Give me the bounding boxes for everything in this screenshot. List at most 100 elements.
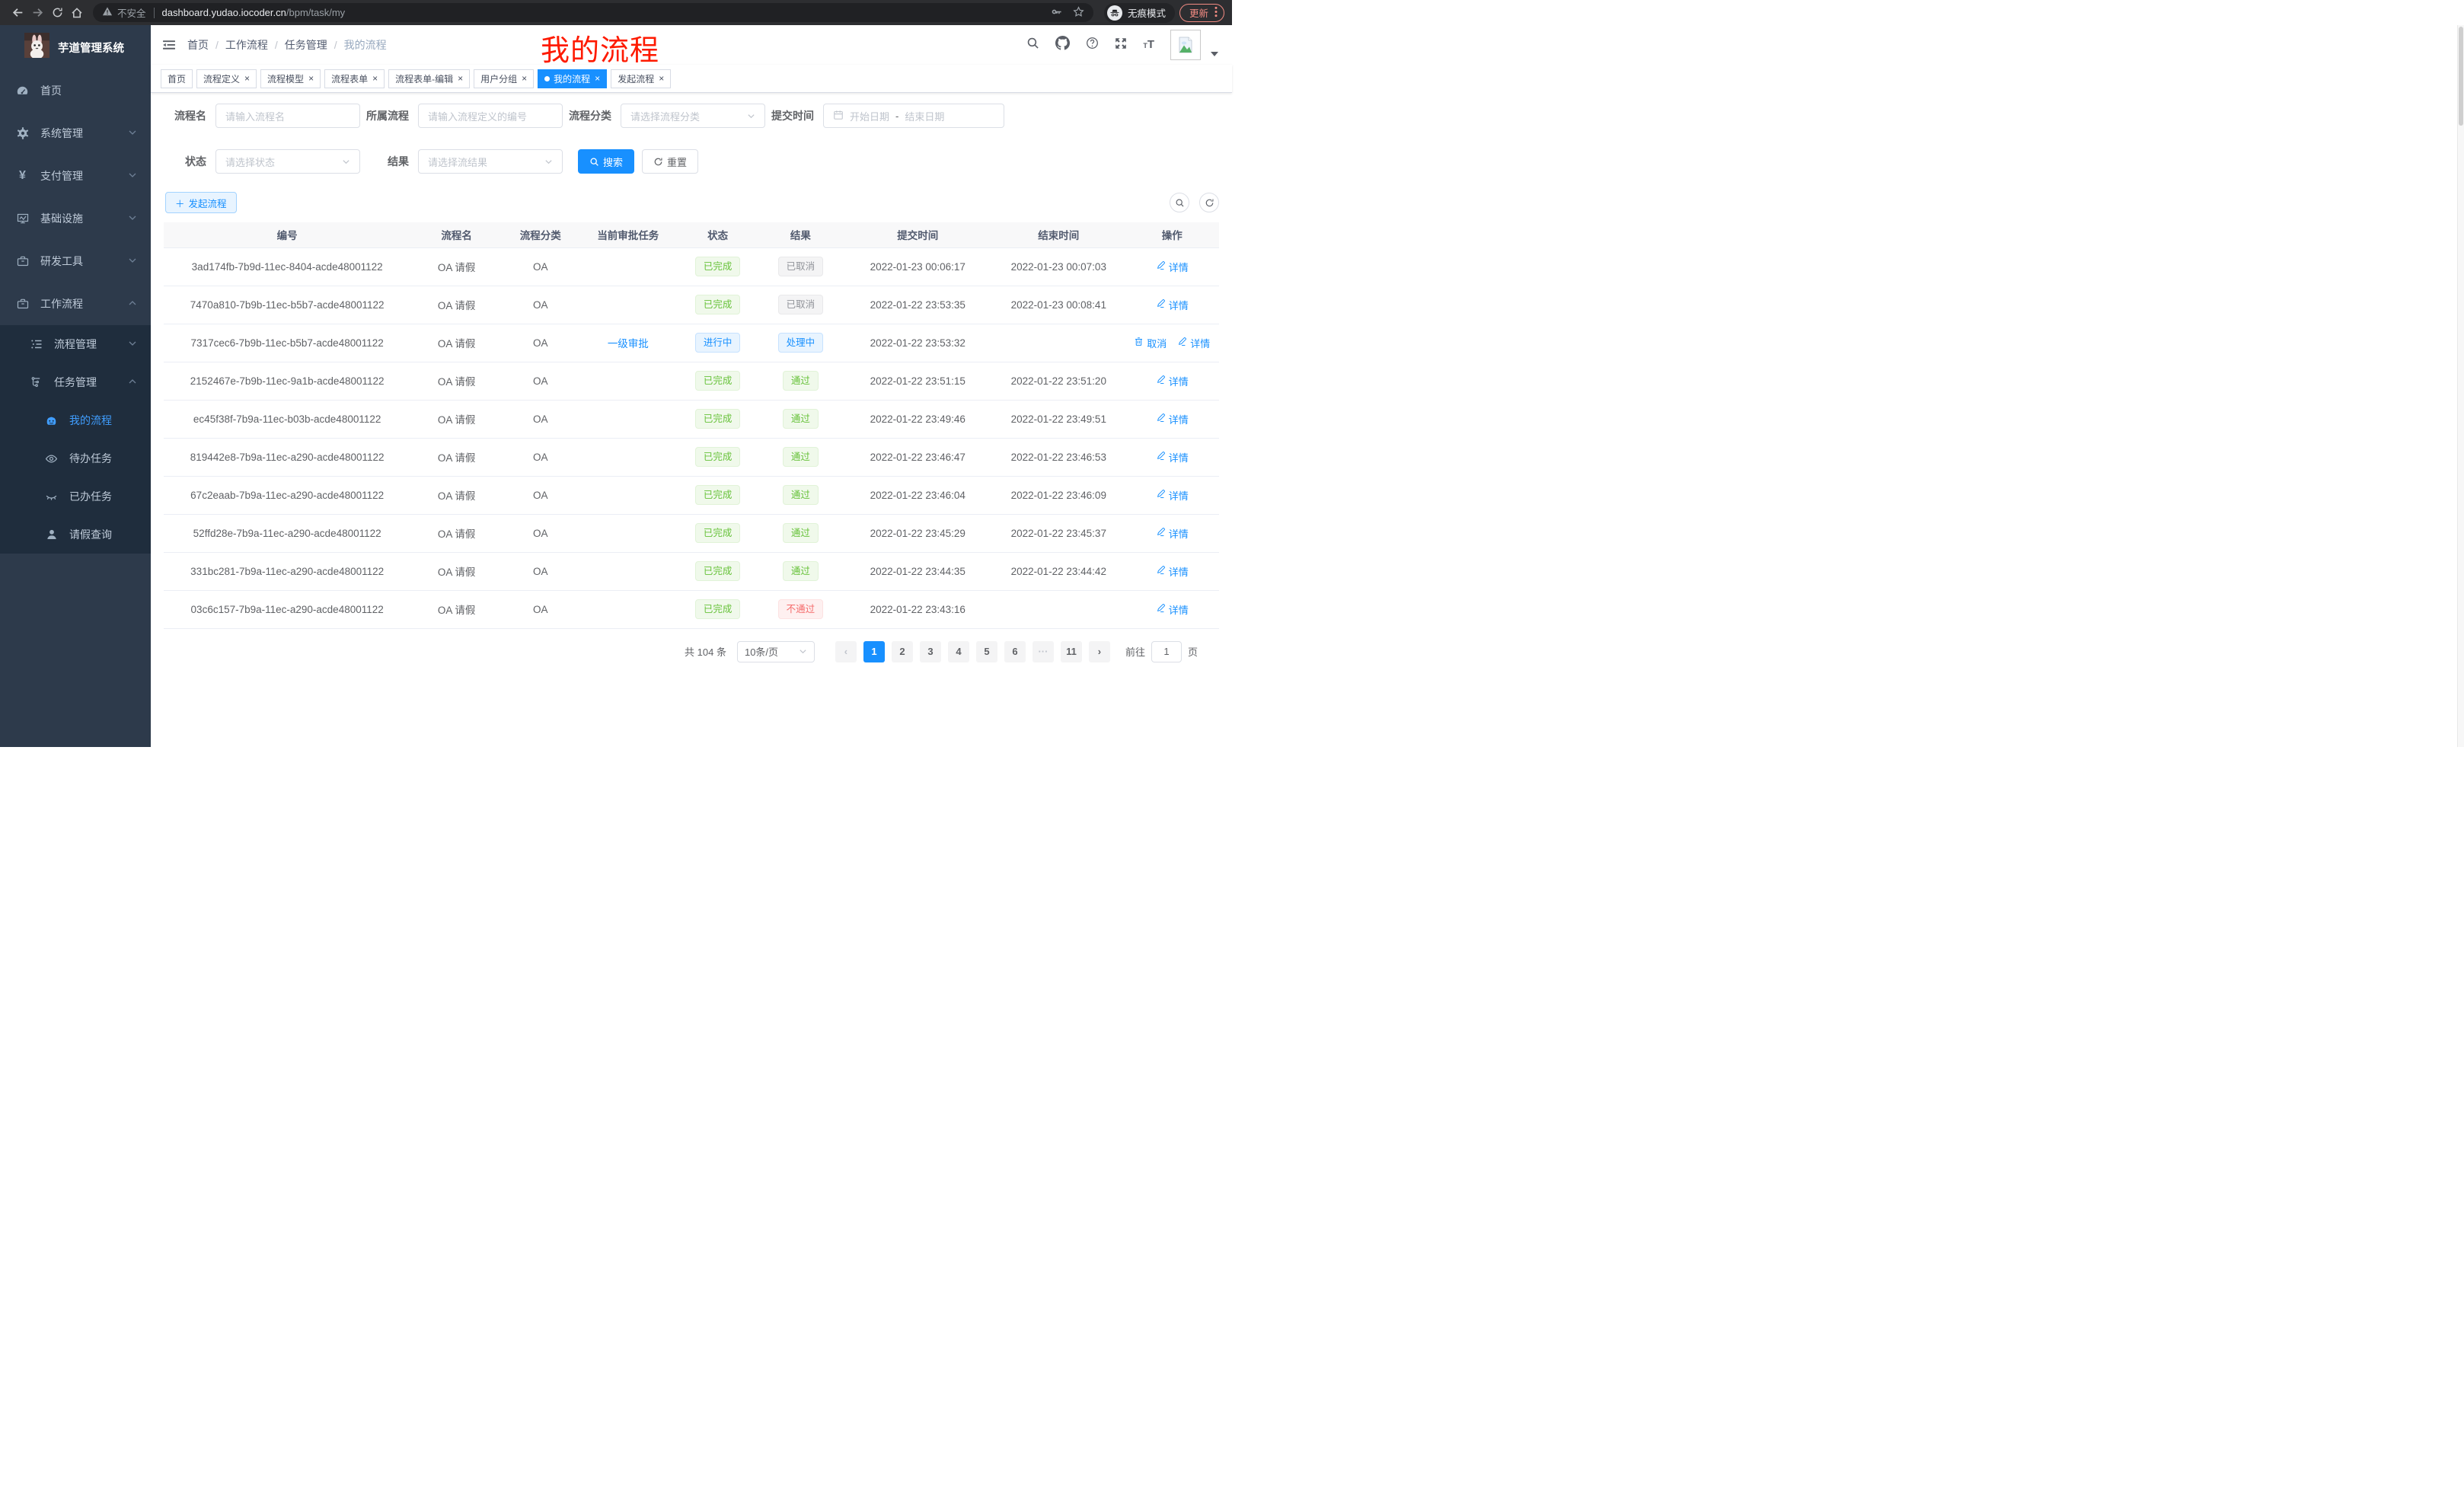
key-icon[interactable] bbox=[1051, 6, 1062, 20]
status-badge: 已完成 bbox=[695, 561, 741, 581]
page-button-1[interactable]: 1 bbox=[863, 641, 885, 662]
sidebar-item-infra[interactable]: 基础设施 bbox=[0, 197, 151, 240]
current-task-link[interactable]: 一级审批 bbox=[608, 338, 649, 350]
tab-start-process[interactable]: 发起流程× bbox=[611, 69, 671, 88]
cell-operations: 详情 bbox=[1125, 362, 1219, 400]
browser-scrollbar[interactable] bbox=[2457, 25, 2464, 747]
avatar[interactable] bbox=[1170, 30, 1201, 60]
tab-home[interactable]: 首页 bbox=[161, 69, 193, 88]
table-refresh-button[interactable] bbox=[1199, 193, 1219, 212]
tab-close-icon[interactable]: × bbox=[659, 74, 664, 83]
result-select[interactable]: 请选择流结果 bbox=[418, 149, 563, 174]
action-detail-link[interactable]: 详情 bbox=[1156, 298, 1189, 312]
tab-close-icon[interactable]: × bbox=[308, 74, 314, 83]
action-cancel-link[interactable]: 取消 bbox=[1134, 336, 1167, 350]
search-button[interactable]: 搜索 bbox=[578, 149, 634, 174]
tab-close-icon[interactable]: × bbox=[595, 74, 600, 83]
next-page-button[interactable]: › bbox=[1089, 641, 1110, 662]
reload-icon[interactable] bbox=[47, 3, 67, 23]
action-detail-link[interactable]: 详情 bbox=[1156, 602, 1189, 617]
sidebar-item-home[interactable]: 首页 bbox=[0, 69, 151, 112]
search-icon[interactable] bbox=[1026, 37, 1039, 53]
sidebar-item-task-mgmt[interactable]: 任务管理 bbox=[0, 363, 151, 401]
help-icon[interactable] bbox=[1086, 37, 1099, 53]
action-detail-link[interactable]: 详情 bbox=[1156, 564, 1189, 579]
cell-status: 已完成 bbox=[678, 362, 758, 400]
category-select[interactable]: 请选择流程分类 bbox=[621, 104, 765, 128]
action-detail-link[interactable]: 详情 bbox=[1156, 526, 1189, 541]
cell-category: OA bbox=[503, 400, 579, 438]
date-start-placeholder[interactable]: 开始日期 bbox=[850, 109, 889, 123]
home-icon[interactable] bbox=[67, 3, 87, 23]
scrollbar-thumb[interactable] bbox=[2459, 27, 2463, 126]
sidebar-item-todo-tasks[interactable]: 待办任务 bbox=[0, 439, 151, 477]
github-icon[interactable] bbox=[1055, 36, 1070, 54]
cell-submit-time: 2022-01-23 00:06:17 bbox=[844, 247, 992, 286]
tab-my-process[interactable]: 我的流程× bbox=[538, 69, 607, 88]
tab-label: 流程表单-编辑 bbox=[395, 72, 453, 85]
page-button-6[interactable]: 6 bbox=[1004, 641, 1026, 662]
start-process-button[interactable]: ＋ 发起流程 bbox=[165, 192, 237, 213]
sidebar-item-devtools[interactable]: 研发工具 bbox=[0, 240, 151, 283]
sidebar-item-system[interactable]: 系统管理 bbox=[0, 112, 151, 155]
page-size-select[interactable]: 10条/页 bbox=[737, 641, 815, 662]
submit-time-range-picker[interactable]: 开始日期 - 结束日期 bbox=[823, 104, 1004, 128]
tab-process-model[interactable]: 流程模型× bbox=[260, 69, 321, 88]
cell-end-time: 2022-01-22 23:46:09 bbox=[992, 476, 1125, 514]
address-bar[interactable]: 不安全 dashboard.yudao.iocoder.cn/bpm/task/… bbox=[93, 3, 1093, 22]
action-detail-link[interactable]: 详情 bbox=[1177, 336, 1210, 350]
cell-end-time bbox=[992, 324, 1125, 362]
table-row: 3ad174fb-7b9d-11ec-8404-acde48001122OA 请… bbox=[164, 247, 1219, 286]
tab-user-group[interactable]: 用户分组× bbox=[474, 69, 534, 88]
cell-result: 通过 bbox=[758, 362, 843, 400]
status-badge: 已完成 bbox=[695, 295, 741, 314]
tab-close-icon[interactable]: × bbox=[522, 74, 527, 83]
table-search-toggle-button[interactable] bbox=[1170, 193, 1189, 212]
tab-process-definition[interactable]: 流程定义× bbox=[196, 69, 257, 88]
forward-icon[interactable] bbox=[27, 3, 47, 23]
result-badge: 处理中 bbox=[778, 333, 824, 353]
page-button-3[interactable]: 3 bbox=[920, 641, 941, 662]
reset-button[interactable]: 重置 bbox=[642, 149, 698, 174]
avatar-caret-down-icon[interactable] bbox=[1211, 46, 1218, 60]
sidebar-item-done-tasks[interactable]: 已办任务 bbox=[0, 477, 151, 516]
bookmark-star-icon[interactable] bbox=[1073, 6, 1084, 20]
tab-close-icon[interactable]: × bbox=[372, 74, 378, 83]
page-button-11[interactable]: 11 bbox=[1061, 641, 1082, 662]
goto-page-input[interactable]: 1 bbox=[1151, 641, 1182, 662]
back-icon[interactable] bbox=[8, 3, 27, 23]
tab-process-form-edit[interactable]: 流程表单-编辑 × bbox=[388, 69, 470, 88]
tab-process-form[interactable]: 流程表单× bbox=[324, 69, 385, 88]
page-button-2[interactable]: 2 bbox=[892, 641, 913, 662]
action-detail-link[interactable]: 详情 bbox=[1156, 488, 1189, 503]
cell-current-task bbox=[579, 514, 678, 552]
sidebar-item-leave-query[interactable]: 请假查询 bbox=[0, 516, 151, 554]
page-button-5[interactable]: 5 bbox=[976, 641, 997, 662]
tab-close-icon[interactable]: × bbox=[244, 74, 250, 83]
process-name-input[interactable]: 请输入流程名 bbox=[215, 104, 360, 128]
sidebar-item-label: 待办任务 bbox=[69, 451, 137, 466]
sidebar-collapse-icon[interactable] bbox=[162, 39, 176, 51]
browser-update-button[interactable]: 更新 bbox=[1179, 4, 1224, 22]
action-detail-link[interactable]: 详情 bbox=[1156, 412, 1189, 426]
date-end-placeholder[interactable]: 结束日期 bbox=[905, 109, 944, 123]
breadcrumb-item[interactable]: 工作流程 bbox=[225, 37, 268, 53]
page-button-4[interactable]: 4 bbox=[948, 641, 969, 662]
sidebar-item-payment[interactable]: ¥支付管理 bbox=[0, 155, 151, 197]
breadcrumb-item[interactable]: 任务管理 bbox=[285, 37, 327, 53]
prev-page-button[interactable]: ‹ bbox=[835, 641, 857, 662]
tab-close-icon[interactable]: × bbox=[458, 74, 463, 83]
action-detail-link[interactable]: 详情 bbox=[1156, 260, 1189, 274]
browser-menu-dots-icon[interactable] bbox=[1214, 6, 1218, 20]
sidebar-item-my-process[interactable]: 我的流程 bbox=[0, 401, 151, 439]
sidebar-item-process-mgmt[interactable]: 流程管理 bbox=[0, 325, 151, 363]
parent-process-input[interactable]: 请输入流程定义的编号 bbox=[418, 104, 563, 128]
sidebar-item-workflow[interactable]: 工作流程 bbox=[0, 283, 151, 325]
cell-submit-time: 2022-01-22 23:49:46 bbox=[844, 400, 992, 438]
font-size-icon[interactable]: TT bbox=[1143, 38, 1154, 52]
fullscreen-icon[interactable] bbox=[1115, 37, 1127, 53]
action-detail-link[interactable]: 详情 bbox=[1156, 374, 1189, 388]
status-select[interactable]: 请选择状态 bbox=[215, 149, 360, 174]
action-detail-link[interactable]: 详情 bbox=[1156, 450, 1189, 464]
breadcrumb-item[interactable]: 首页 bbox=[187, 37, 209, 53]
